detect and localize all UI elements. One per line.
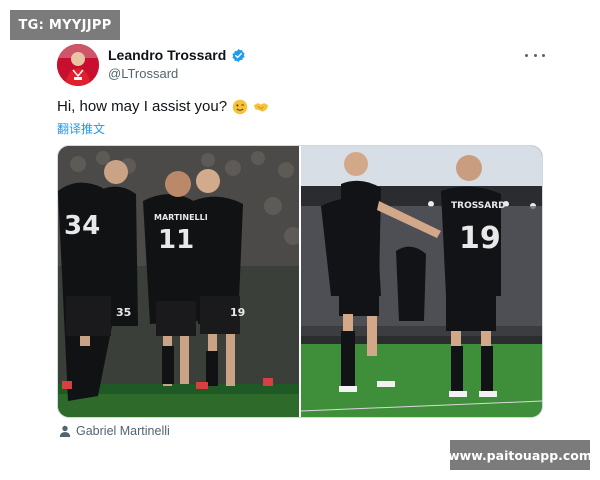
handshake-emoji-icon [253, 102, 269, 112]
jersey-number-34: 34 [64, 211, 100, 241]
avatar[interactable] [57, 44, 99, 86]
watermark-bottom: www.paitouapp.com [448, 440, 592, 470]
winking-face-emoji-icon [232, 99, 248, 114]
watermark-top: TG: MYYJJPP [10, 10, 120, 40]
tweet-media[interactable]: 34 11 MARTINELLI 35 19 TROSSARD 19 [57, 145, 543, 418]
tweet-text-row: Hi, how may I assist you? [57, 98, 269, 115]
jersey-number-19-back: 19 [459, 221, 501, 256]
tagged-person-name[interactable]: Gabriel Martinelli [76, 424, 170, 438]
jersey-text-martinelli: MARTINELLI [154, 213, 208, 222]
person-icon [59, 425, 71, 437]
jersey-text-trossard: TROSSARD [451, 201, 506, 211]
photo-celebration-pair[interactable]: TROSSARD 19 [301, 146, 542, 417]
tweet-text: Hi, how may I assist you? [57, 98, 228, 115]
tagged-people[interactable]: Gabriel Martinelli [59, 424, 170, 438]
photo-celebration-pair-image: TROSSARD 19 [301, 146, 542, 417]
translate-tweet-link[interactable]: 翻译推文 [57, 120, 105, 137]
jersey-number-19: 19 [230, 306, 245, 319]
author-handle[interactable]: @LTrossard [108, 66, 178, 81]
photo-celebration-group[interactable]: 34 11 MARTINELLI 35 19 [58, 146, 299, 417]
more-options-icon[interactable] [525, 47, 545, 63]
avatar-image [57, 44, 99, 86]
verified-badge-icon [232, 48, 245, 62]
jersey-number-11: 11 [158, 225, 194, 255]
photo-celebration-group-image: 34 11 MARTINELLI 35 19 [58, 146, 299, 417]
jersey-number-35: 35 [116, 306, 131, 319]
author-name[interactable]: Leandro Trossard [108, 47, 226, 63]
